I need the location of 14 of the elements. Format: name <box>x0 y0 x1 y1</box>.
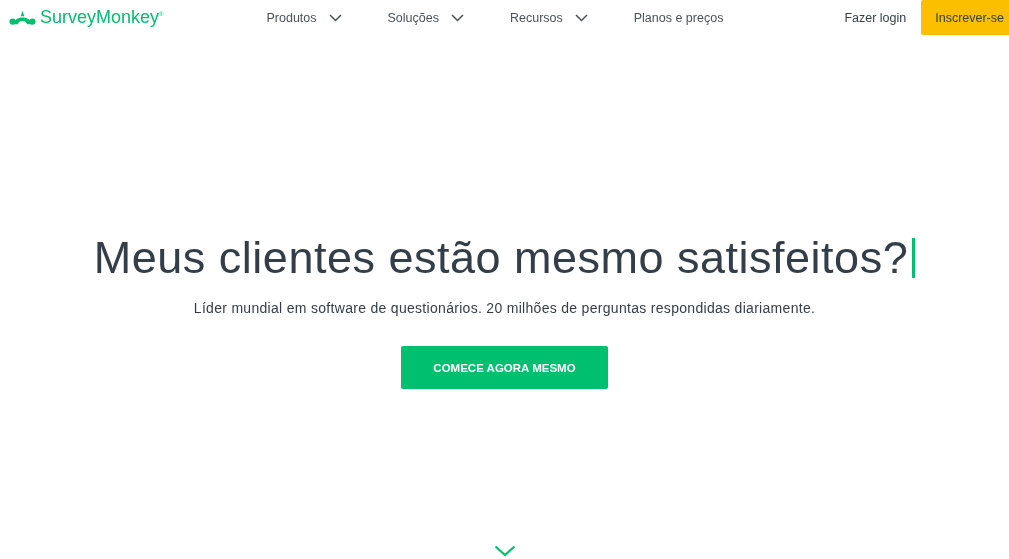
hero-subtitle: Líder mundial em software de questionários. 20 milhões de perguntas respondidas diariamente. <box>193 300 816 316</box>
signup-button[interactable]: Inscrever-se <box>921 0 1009 35</box>
nav-link[interactable]: Soluções <box>387 10 464 25</box>
nav-link[interactable]: Recursos <box>509 10 588 25</box>
chevron-down-icon <box>450 13 464 22</box>
nav-link[interactable]: Planos e preços <box>633 10 724 25</box>
chevron-down-icon[interactable] <box>493 545 516 557</box>
chevron-down-icon <box>328 13 342 22</box>
chevron-down-icon <box>574 13 588 22</box>
hero-heading: Meus clientes estão mesmo satisfeitos? <box>93 232 909 284</box>
nav-link[interactable]: Produtos <box>266 10 342 25</box>
monkey-logo-icon <box>9 8 36 27</box>
text-cursor-icon <box>912 238 916 278</box>
login-link[interactable]: Fazer login <box>844 10 907 25</box>
